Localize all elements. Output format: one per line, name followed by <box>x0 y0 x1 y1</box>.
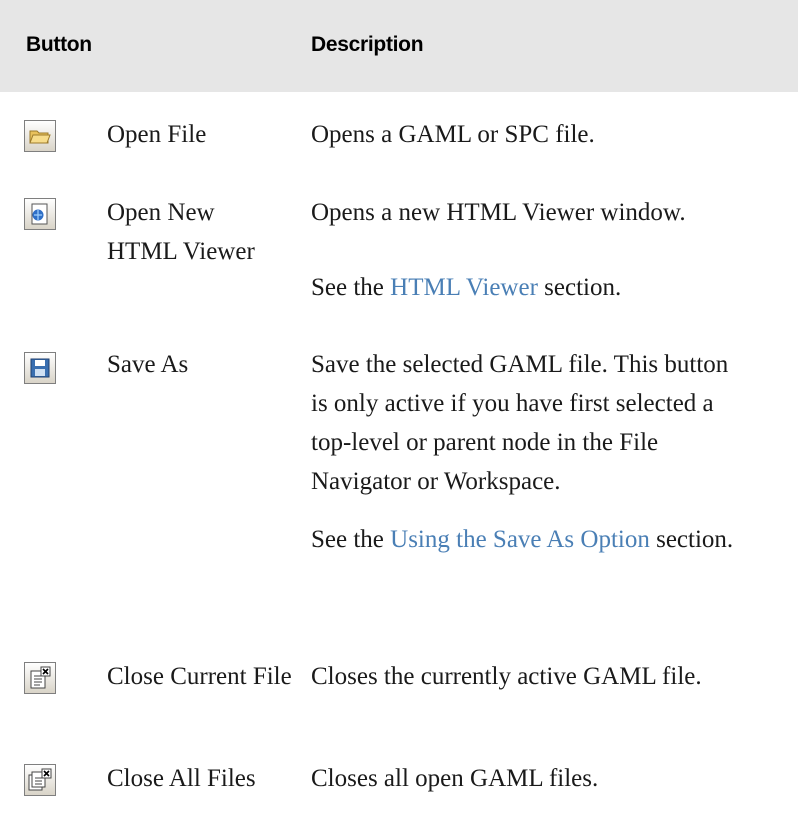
header-button: Button <box>26 33 92 56</box>
see-also: See the Using the Save As Option section… <box>311 520 751 559</box>
button-reference-table: Button Description Open File Opens a GAM… <box>0 0 798 835</box>
open-folder-icon <box>24 120 56 152</box>
see-prefix: See the <box>311 274 384 301</box>
row-label: Save As <box>107 351 189 378</box>
row-description: Closes the currently active GAML file. <box>311 663 702 690</box>
see-prefix: See the <box>311 526 384 553</box>
html-viewer-link[interactable]: HTML Viewer <box>390 274 538 301</box>
save-disk-icon <box>24 352 56 384</box>
html-viewer-icon <box>24 198 56 230</box>
row-description: Save the selected GAML file. This button… <box>311 351 729 495</box>
close-file-icon <box>24 662 56 694</box>
row-label: Close All Files <box>107 765 256 792</box>
row-label: Close Current File <box>107 663 292 690</box>
save-as-option-link[interactable]: Using the Save As Option <box>390 526 650 553</box>
table-header: Button Description <box>0 0 798 92</box>
row-description: Closes all open GAML files. <box>311 765 599 792</box>
close-all-files-icon <box>24 764 56 796</box>
header-description: Description <box>311 33 424 56</box>
see-suffix: section. <box>544 274 622 301</box>
row-label: Open New HTML Viewer <box>107 199 255 265</box>
row-description: Opens a GAML or SPC file. <box>311 121 595 148</box>
see-also: See the HTML Viewer section. <box>311 268 791 307</box>
see-suffix: section. <box>656 526 734 553</box>
row-description: Opens a new HTML Viewer window. <box>311 199 686 226</box>
row-label: Open File <box>107 121 207 148</box>
